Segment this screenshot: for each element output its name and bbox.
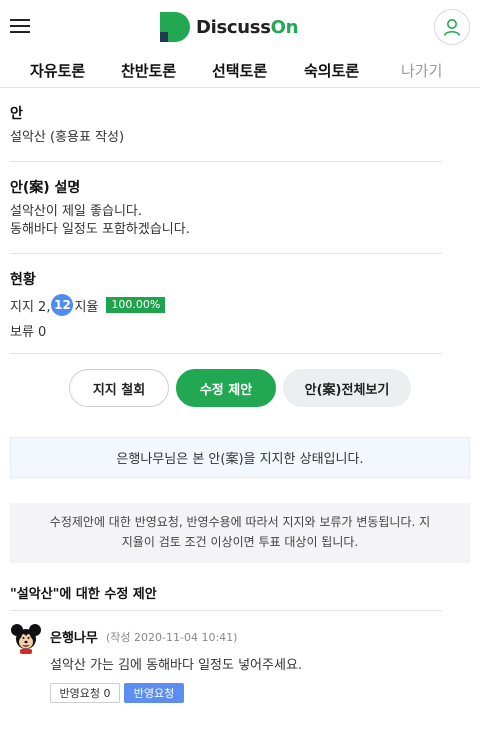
description-label: 안(案) 설명 xyxy=(10,180,81,196)
status-label: 현황 xyxy=(10,272,36,288)
hold-count: 보류 0 xyxy=(10,325,47,340)
discusson-logo[interactable]: DiscussOn xyxy=(160,12,298,42)
comment-timestamp: (작성 2020-11-04 10:41) xyxy=(106,631,238,644)
support-status-notice: 은행나무님은 본 안(案)을 지지한 상태입니다. xyxy=(10,437,470,478)
support-percent-badge: 100.00% xyxy=(106,297,166,313)
debate-nav: 자유토론 찬반토론 선택토론 숙의토론 나가기 xyxy=(0,52,480,88)
support-status-text: 은행나무님은 본 안(案)을 지지한 상태입니다. xyxy=(116,452,364,467)
status-section: 현황 지지 2, 12 지율 100.00% 보류 0 xyxy=(10,254,442,354)
description-line: 설악산이 제일 좋습니다. xyxy=(10,204,142,219)
view-all-proposals-button[interactable]: 안(案)전체보기 xyxy=(283,369,411,407)
description-section: 안(案) 설명 설악산이 제일 좋습니다. 동해바다 일정도 포함하겠습니다. xyxy=(10,162,442,254)
proposal-label: 안 xyxy=(10,106,23,122)
suggestions-heading-text: "설악산"에 대한 수정 제안 xyxy=(10,587,157,602)
logo-text-accent: On xyxy=(270,16,299,38)
support-row: 지지 2, 12 지율 100.00% xyxy=(10,294,166,316)
mickey-avatar xyxy=(11,624,41,654)
info-notice-line: 수정제안에 대한 반영요청, 반영수용에 따라서 지지와 보류가 변동됩니다. … xyxy=(49,515,431,529)
comment-author: 은행나무 xyxy=(50,631,98,646)
proposal-section: 안 설악산 (홍용표 작성) xyxy=(10,88,442,162)
logo-text: DiscussOn xyxy=(196,17,298,38)
proposal-title: 설악산 (홍용표 작성) xyxy=(10,130,125,145)
tab-deliberative-debate[interactable]: 숙의토론 xyxy=(304,60,359,81)
logo-text-main: Discuss xyxy=(196,16,271,38)
info-notice: 수정제안에 대한 반영요청, 반영수용에 따라서 지지와 보류가 변동됩니다. … xyxy=(10,503,470,563)
app-header: DiscussOn xyxy=(0,0,480,52)
exit-link[interactable]: 나가기 xyxy=(401,60,442,81)
logo-mark-icon xyxy=(160,12,190,42)
info-notice-line: 지율이 검토 조건 이상이면 투표 대상이 됩니다. xyxy=(121,535,359,549)
tab-free-debate[interactable]: 자유토론 xyxy=(30,60,85,81)
tab-pro-con-debate[interactable]: 찬반토론 xyxy=(121,60,176,81)
withdraw-support-button[interactable]: 지지 철회 xyxy=(69,369,169,407)
hold-row: 보류 0 xyxy=(10,321,46,340)
tab-choice-debate[interactable]: 선택토론 xyxy=(212,60,267,81)
support-suffix: 지율 xyxy=(74,299,99,315)
reflect-request-count-button[interactable]: 반영요청 0 xyxy=(50,683,120,703)
comment-body: 설악산 가는 김에 동해바다 일정도 넣어주세요. xyxy=(50,658,303,673)
notification-count-badge: 12 xyxy=(51,294,74,316)
support-prefix: 지지 2, xyxy=(10,299,51,315)
reflect-request-button[interactable]: 반영요청 xyxy=(124,683,184,703)
hamburger-menu-icon[interactable] xyxy=(10,16,30,36)
user-icon xyxy=(443,19,461,36)
user-profile-button[interactable] xyxy=(434,9,470,45)
suggestions-heading: "설악산"에 대한 수정 제안 xyxy=(10,583,442,611)
suggest-edit-button[interactable]: 수정 제안 xyxy=(176,369,276,407)
description-line: 동해바다 일정도 포함하겠습니다. xyxy=(10,222,190,237)
